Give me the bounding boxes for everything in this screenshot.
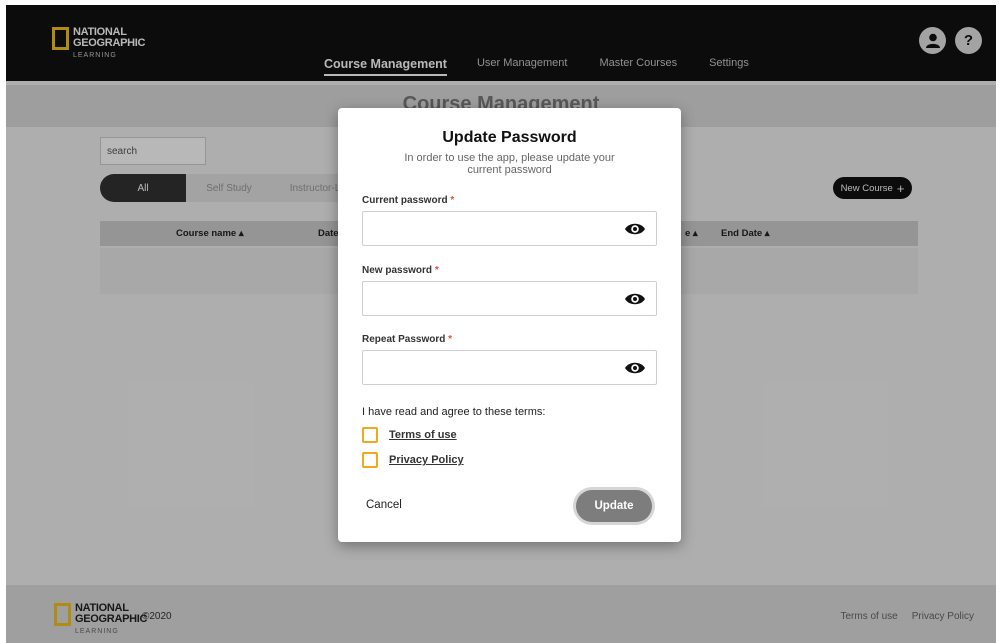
update-button[interactable]: Update — [576, 490, 652, 522]
show-password-icon[interactable] — [624, 221, 646, 237]
update-password-dialog: Update Password In order to use the app,… — [338, 108, 681, 542]
new-password-label: New password * — [362, 265, 439, 276]
privacy-policy-row: Privacy Policy — [362, 452, 464, 468]
repeat-password-label: Repeat Password * — [362, 334, 452, 345]
new-password-label-text: New password — [362, 265, 433, 276]
current-password-label-text: Current password — [362, 195, 448, 206]
show-password-icon[interactable] — [624, 291, 646, 307]
show-password-icon[interactable] — [624, 360, 646, 376]
cancel-button[interactable]: Cancel — [366, 499, 402, 511]
repeat-password-label-text: Repeat Password — [362, 334, 446, 345]
terms-agreement-label: I have read and agree to these terms: — [362, 406, 546, 418]
terms-of-use-link[interactable]: Terms of use — [389, 429, 457, 441]
dialog-title: Update Password — [442, 129, 577, 146]
repeat-password-field[interactable] — [362, 350, 657, 385]
required-marker: * — [450, 195, 455, 206]
terms-of-use-row: Terms of use — [362, 427, 457, 443]
privacy-policy-checkbox[interactable] — [362, 452, 378, 468]
current-password-field[interactable] — [362, 211, 657, 246]
new-password-field[interactable] — [362, 281, 657, 316]
app-window: NATIONAL GEOGRAPHIC LEARNING Course Mana… — [6, 5, 996, 643]
terms-of-use-checkbox[interactable] — [362, 427, 378, 443]
required-marker: * — [434, 265, 439, 276]
dialog-subtitle: In order to use the app, please update y… — [404, 152, 615, 176]
current-password-label: Current password * — [362, 195, 454, 206]
required-marker: * — [448, 334, 453, 345]
privacy-policy-link[interactable]: Privacy Policy — [389, 454, 464, 466]
